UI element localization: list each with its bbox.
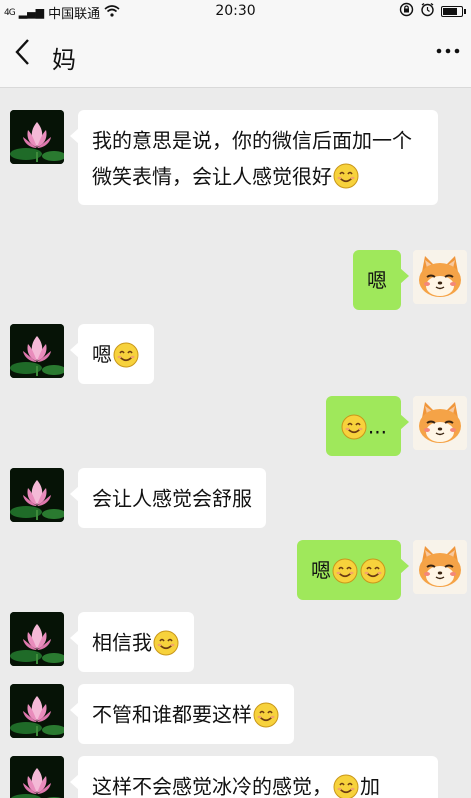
- chat-header: 妈: [0, 22, 471, 88]
- message-bubble[interactable]: 不管和谁都要这样: [70, 684, 294, 744]
- message-row: 相信我: [0, 612, 471, 672]
- message-text: 会让人感觉会舒服: [92, 486, 252, 511]
- message-text: 这样不会感觉冰冷的感觉，: [92, 774, 332, 798]
- message-row: 嗯: [0, 540, 471, 600]
- lotus-avatar-icon: [10, 684, 64, 738]
- message-bubble[interactable]: 会让人感觉会舒服: [70, 468, 266, 528]
- lotus-avatar-icon: [10, 756, 64, 798]
- avatar[interactable]: [10, 756, 64, 798]
- message-bubble[interactable]: 相信我: [70, 612, 194, 672]
- alarm-icon: [420, 2, 435, 21]
- smile-emoji-icon: [333, 163, 359, 189]
- smile-emoji-icon: [153, 630, 179, 656]
- avatar[interactable]: [10, 110, 64, 164]
- message-row: 不管和谁都要这样: [0, 684, 471, 744]
- cat-avatar-icon: [413, 540, 467, 594]
- message-bubble[interactable]: 这样不会感觉冰冷的感觉， 加: [70, 756, 438, 798]
- message-text: 不管和谁都要这样: [92, 702, 252, 727]
- avatar[interactable]: [10, 612, 64, 666]
- message-bubble[interactable]: 嗯: [297, 540, 409, 600]
- smile-emoji-icon: [253, 702, 279, 728]
- more-button[interactable]: [435, 36, 461, 66]
- avatar[interactable]: [10, 468, 64, 522]
- cat-avatar-icon: [413, 396, 467, 450]
- status-bar: 4G ▂▄▆ 中国联通 20:30: [0, 0, 471, 22]
- message-bubble[interactable]: ...: [325, 396, 410, 456]
- avatar[interactable]: [413, 396, 467, 450]
- back-button[interactable]: [14, 38, 30, 72]
- message-text-tail: 加: [360, 774, 380, 798]
- message-row: 嗯: [0, 324, 471, 384]
- chevron-left-icon: [15, 39, 29, 65]
- avatar[interactable]: [413, 540, 467, 594]
- smile-emoji-icon: [113, 342, 139, 368]
- lotus-avatar-icon: [10, 612, 64, 666]
- message-text: 我的意思是说，你的微信后面加一个微笑表情，会让人感觉很好: [92, 128, 412, 189]
- smile-emoji-icon: [332, 558, 358, 584]
- message-row: 我的意思是说，你的微信后面加一个微笑表情，会让人感觉很好: [0, 110, 471, 240]
- cat-avatar-icon: [413, 250, 467, 304]
- lotus-avatar-icon: [10, 324, 64, 378]
- lotus-avatar-icon: [10, 110, 64, 164]
- message-text: 嗯: [367, 268, 387, 293]
- status-right: [399, 2, 466, 21]
- message-text: 嗯: [311, 558, 331, 583]
- lotus-avatar-icon: [10, 468, 64, 522]
- message-row: 这样不会感觉冰冷的感觉， 加: [0, 756, 471, 798]
- message-text: ...: [367, 414, 387, 439]
- message-bubble[interactable]: 嗯: [70, 324, 154, 384]
- smile-emoji-icon: [333, 774, 359, 798]
- message-bubble[interactable]: 嗯: [353, 250, 409, 310]
- avatar[interactable]: [10, 684, 64, 738]
- smile-emoji-icon: [360, 558, 386, 584]
- message-text: 嗯: [92, 342, 112, 367]
- message-row: 嗯: [0, 250, 471, 310]
- more-icon: [436, 48, 460, 54]
- battery-icon: [441, 6, 466, 17]
- chat-title: 妈: [52, 46, 76, 74]
- avatar[interactable]: [413, 250, 467, 304]
- rotation-lock-icon: [399, 2, 414, 21]
- message-row: ...: [0, 396, 471, 456]
- message-bubble[interactable]: 我的意思是说，你的微信后面加一个微笑表情，会让人感觉很好: [70, 110, 438, 205]
- message-text: 相信我: [92, 630, 152, 655]
- message-row: 会让人感觉会舒服: [0, 468, 471, 528]
- avatar[interactable]: [10, 324, 64, 378]
- message-list[interactable]: 我的意思是说，你的微信后面加一个微笑表情，会让人感觉很好 嗯 嗯 ... 会让人…: [0, 88, 471, 798]
- smile-emoji-icon: [341, 414, 367, 440]
